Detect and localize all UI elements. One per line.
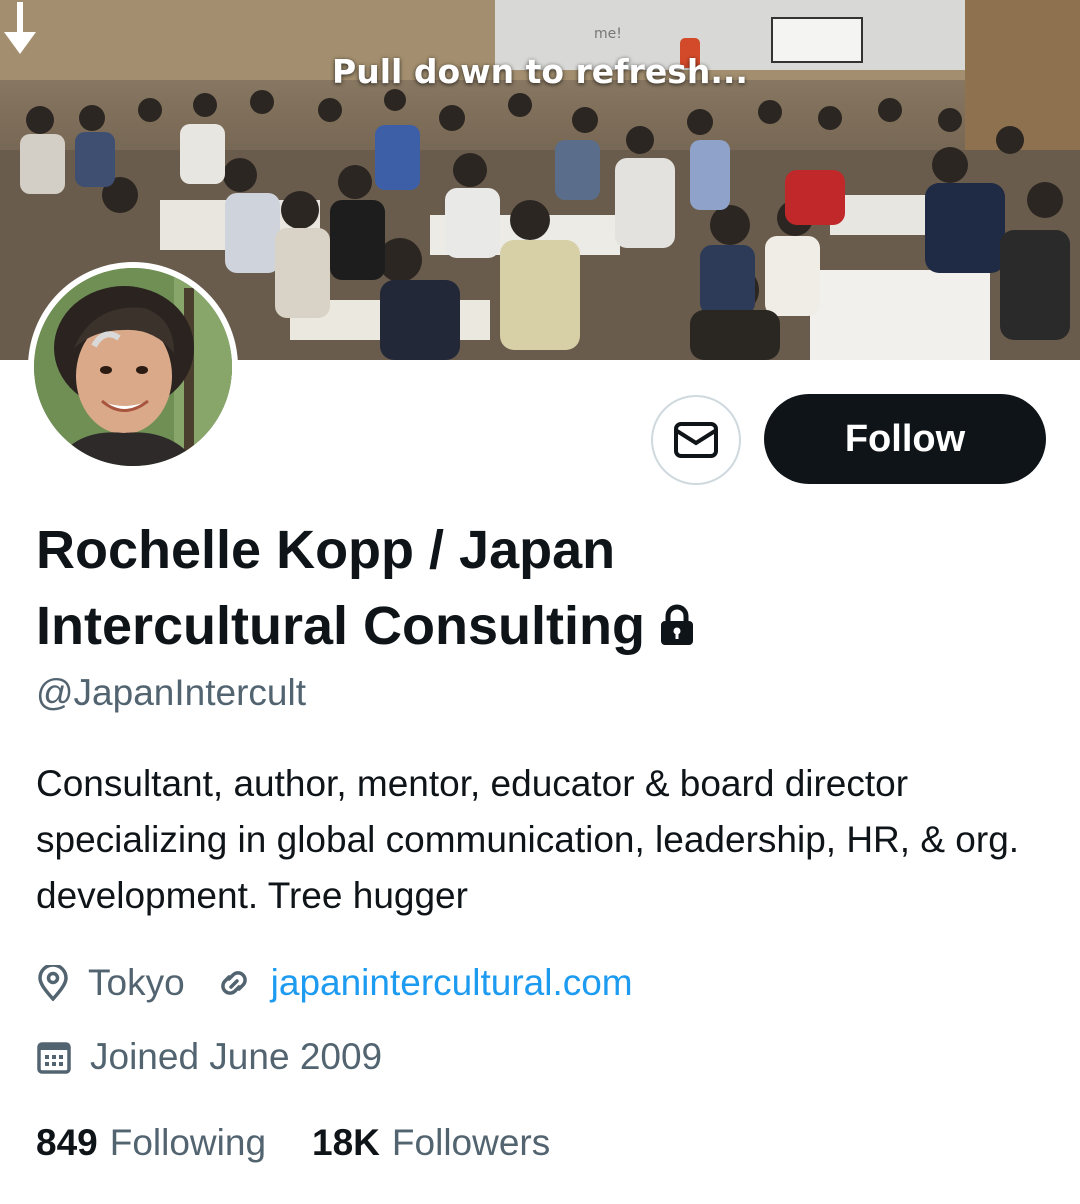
joined-date: Joined June 2009	[90, 1036, 383, 1077]
followers-stat[interactable]: 18K Followers	[312, 1122, 550, 1164]
follow-button[interactable]: Follow	[764, 394, 1046, 484]
followers-label: Followers	[391, 1122, 551, 1163]
link-icon	[215, 965, 253, 1001]
display-name-block: Rochelle Kopp / Japan Intercultural Cons…	[36, 512, 936, 666]
lock-icon	[659, 590, 695, 666]
avatar[interactable]	[28, 262, 238, 472]
following-stat[interactable]: 849 Following	[36, 1122, 266, 1164]
profile-page: me! Pull down to refresh... Follow Roche…	[0, 0, 1080, 1204]
avatar-photo	[34, 268, 232, 466]
calendar-icon	[36, 1039, 72, 1075]
profile-meta-row: Tokyo japanintercultural.com	[36, 962, 633, 1004]
following-count: 849	[36, 1122, 98, 1163]
svg-text:me!: me!	[594, 26, 622, 42]
location-text: Tokyo	[88, 962, 185, 1003]
website-link[interactable]: japanintercultural.com	[271, 962, 633, 1004]
followers-count: 18K	[312, 1122, 380, 1163]
location-icon	[36, 965, 70, 1001]
joined-row: Joined June 2009	[36, 1036, 382, 1078]
message-button[interactable]	[651, 395, 741, 485]
bio: Consultant, author, mentor, educator & b…	[36, 763, 1020, 916]
follow-stats: 849 Following 18K Followers	[36, 1122, 596, 1164]
pull-to-refresh-label: Pull down to refresh...	[332, 52, 748, 91]
mail-icon	[674, 422, 718, 458]
pull-arrow-icon	[4, 2, 36, 54]
following-label: Following	[109, 1122, 267, 1163]
user-handle: @JapanIntercult	[36, 672, 306, 713]
display-name: Rochelle Kopp / Japan Intercultural Cons…	[36, 520, 646, 656]
